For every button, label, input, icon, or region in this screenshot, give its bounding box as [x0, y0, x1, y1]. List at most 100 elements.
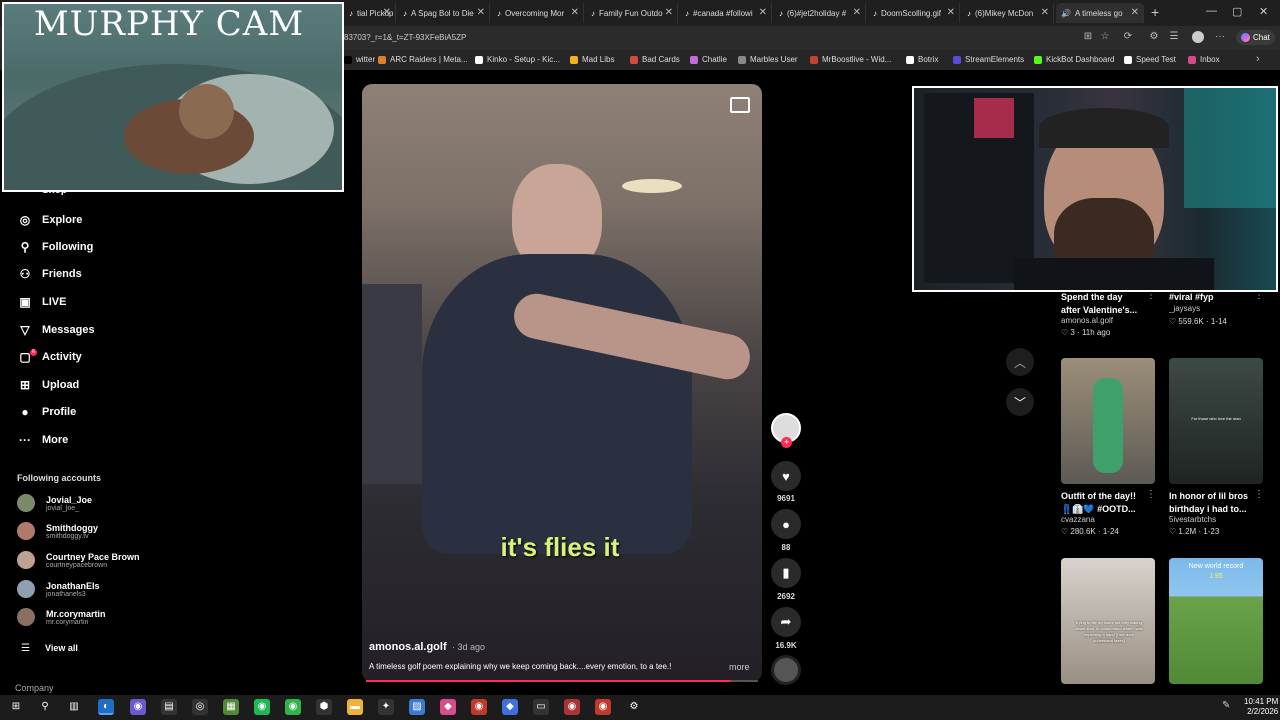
company-link[interactable]: Company: [15, 683, 54, 693]
browser-tab[interactable]: ♪ Overcoming Mor ✕: [492, 3, 584, 23]
video-card-title[interactable]: Outfit of the day!!: [1061, 490, 1136, 503]
tab-close-icon[interactable]: ✕: [1131, 7, 1139, 18]
spotify-icon[interactable]: ◉: [254, 699, 270, 715]
browser-tab[interactable]: ♪ Family Fun Outdo ✕: [586, 3, 678, 23]
app-icon[interactable]: ◆: [502, 699, 518, 715]
browser-tab[interactable]: ♪tial Pickup T✕: [344, 3, 396, 23]
sidebar-item-live[interactable]: ▣ LIVE: [17, 292, 66, 312]
video-card-author[interactable]: cvazzana: [1061, 515, 1095, 524]
discord-icon[interactable]: ◉: [130, 699, 146, 715]
bookmarks-overflow-icon[interactable]: ›: [1256, 53, 1260, 65]
more-options-icon[interactable]: ⋮: [1254, 489, 1264, 500]
browser-tab[interactable]: ♪ DoomScolling.gif ✕: [868, 3, 960, 23]
bookmark-item[interactable]: Chatlie: [690, 55, 727, 64]
tab-close-icon[interactable]: ✕: [947, 7, 955, 18]
search-icon[interactable]: ⚲: [37, 699, 53, 715]
bookmark-item[interactable]: StreamElements: [953, 55, 1024, 64]
bookmark-item[interactable]: witter: [344, 55, 375, 64]
bookmark-item[interactable]: Marbles User: [738, 55, 798, 64]
sidebar-item-activity[interactable]: ▢ Activity: [17, 347, 81, 367]
bookmark-item[interactable]: KickBot Dashboard: [1034, 55, 1114, 64]
settings-icon[interactable]: ⚙: [626, 699, 642, 715]
minimize-icon[interactable]: —: [1206, 5, 1217, 17]
thumb-taxes[interactable]: trying to file my taxes but they talking…: [1061, 558, 1155, 684]
app-icon[interactable]: ▨: [409, 699, 425, 715]
video-card-author[interactable]: 5ivestarbtchs: [1169, 515, 1216, 524]
tab-close-icon[interactable]: ✕: [853, 7, 861, 18]
following-account[interactable]: JonathanEls jonathanels3: [17, 580, 100, 598]
minecraft-icon[interactable]: ▦: [223, 699, 239, 715]
bookmark-item[interactable]: Speed Test: [1124, 55, 1176, 64]
bookmark-item[interactable]: Kinko - Setup - Kic...: [475, 55, 560, 64]
video-card-author[interactable]: _jaysays: [1169, 304, 1200, 313]
app-icon[interactable]: ✦: [378, 699, 394, 715]
edge-icon[interactable]: ◐: [98, 699, 114, 715]
follow-plus-icon[interactable]: +: [781, 437, 792, 448]
obs-icon[interactable]: ◉: [471, 699, 487, 715]
tab-close-icon[interactable]: ✕: [759, 7, 767, 18]
browser-tab[interactable]: ♪ (6)Mikey McDon ✕: [962, 3, 1054, 23]
comment-button[interactable]: ●: [771, 509, 801, 539]
sidebar-item-friends[interactable]: ⚇ Friends: [17, 264, 82, 284]
tab-close-icon[interactable]: ✕: [571, 7, 579, 18]
browser-tab[interactable]: 🔊 A timeless go ✕: [1056, 3, 1144, 23]
more-options-icon[interactable]: ⋮: [1254, 290, 1264, 301]
video-card-author[interactable]: amonos.al.golf: [1061, 316, 1113, 325]
menu-dots-icon[interactable]: ···: [1214, 31, 1226, 43]
video-card-title[interactable]: #viral #fyp: [1169, 291, 1214, 304]
app-icon[interactable]: ◆: [440, 699, 456, 715]
sidebar-item-more[interactable]: ··· More: [17, 430, 68, 450]
app-icon[interactable]: ◉: [595, 699, 611, 715]
video-player[interactable]: [362, 84, 762, 682]
app-icon[interactable]: ◉: [285, 699, 301, 715]
video-card-title[interactable]: In honor of lil bros: [1169, 490, 1248, 503]
app-icon[interactable]: ⬢: [316, 699, 332, 715]
tab-actions-icon[interactable]: ⊞: [1082, 31, 1094, 43]
favorites-icon[interactable]: ☰: [1168, 31, 1180, 43]
extensions-icon[interactable]: ⚙: [1148, 31, 1160, 43]
sidebar-item-explore[interactable]: ◎ Explore: [17, 210, 83, 230]
more-options-icon[interactable]: ⋮: [1146, 489, 1156, 500]
windows-start-icon[interactable]: ⊞: [8, 699, 24, 715]
bookmark-item[interactable]: Bad Cards: [630, 55, 680, 64]
video-author[interactable]: amonos.al.golf: [369, 641, 447, 653]
thumb-bros[interactable]: For those who love the man: [1169, 358, 1263, 484]
cast-icon[interactable]: [730, 97, 750, 113]
tab-close-icon[interactable]: ✕: [383, 7, 391, 18]
taskbar-clock[interactable]: 10:41 PM 2/2/2026: [1244, 697, 1278, 717]
previous-video-button[interactable]: ︿: [1006, 348, 1034, 376]
app-icon[interactable]: ◎: [192, 699, 208, 715]
app-icon[interactable]: ▤: [161, 699, 177, 715]
thumb-record[interactable]: New world record 1.95: [1169, 558, 1263, 684]
new-tab-button[interactable]: +: [1151, 4, 1159, 20]
more-button[interactable]: more: [729, 662, 750, 672]
following-account[interactable]: Mr.corymartin mr.corymartin: [17, 608, 106, 626]
extension-icon[interactable]: ⟳: [1122, 31, 1134, 43]
task-view-icon[interactable]: ▥: [66, 699, 82, 715]
tab-close-icon[interactable]: ✕: [477, 7, 485, 18]
music-disc-icon[interactable]: [771, 655, 801, 685]
like-button[interactable]: ♥: [771, 461, 801, 491]
thumb-outfit[interactable]: [1061, 358, 1155, 484]
following-account[interactable]: Courtney Pace Brown courtneypacebrown: [17, 551, 140, 569]
next-video-button[interactable]: ﹀: [1006, 388, 1034, 416]
save-button[interactable]: ▮: [771, 558, 801, 588]
profile-avatar-icon[interactable]: [1192, 31, 1204, 43]
url-field[interactable]: 83703?_r=1&_t=ZT-93XFeBiA5ZP: [344, 33, 466, 42]
tab-close-icon[interactable]: ✕: [1041, 7, 1049, 18]
browser-tab[interactable]: ♪ (6)#jet2holiday # ✕: [774, 3, 866, 23]
browser-tab[interactable]: ♪ #canada #followi ✕: [680, 3, 772, 23]
following-account[interactable]: Smithdoggy smithdoggy.tv: [17, 522, 98, 540]
app-icon[interactable]: ▭: [533, 699, 549, 715]
bookmark-item[interactable]: Botrix: [906, 55, 938, 64]
favorite-star-icon[interactable]: ☆: [1099, 31, 1111, 43]
view-all-link[interactable]: View all: [45, 643, 78, 653]
more-options-icon[interactable]: ⋮: [1146, 290, 1156, 301]
bookmark-item[interactable]: ARC Raiders | Meta...: [378, 55, 468, 64]
close-window-icon[interactable]: ✕: [1259, 5, 1268, 18]
sidebar-item-profile[interactable]: ● Profile: [17, 402, 76, 422]
sidebar-item-messages[interactable]: ▽ Messages: [17, 320, 94, 340]
following-account[interactable]: Jovial_Joe jovial_joe_: [17, 494, 92, 512]
file-explorer-icon[interactable]: ▬: [347, 699, 363, 715]
copilot-chat-button[interactable]: Chat: [1236, 30, 1275, 45]
